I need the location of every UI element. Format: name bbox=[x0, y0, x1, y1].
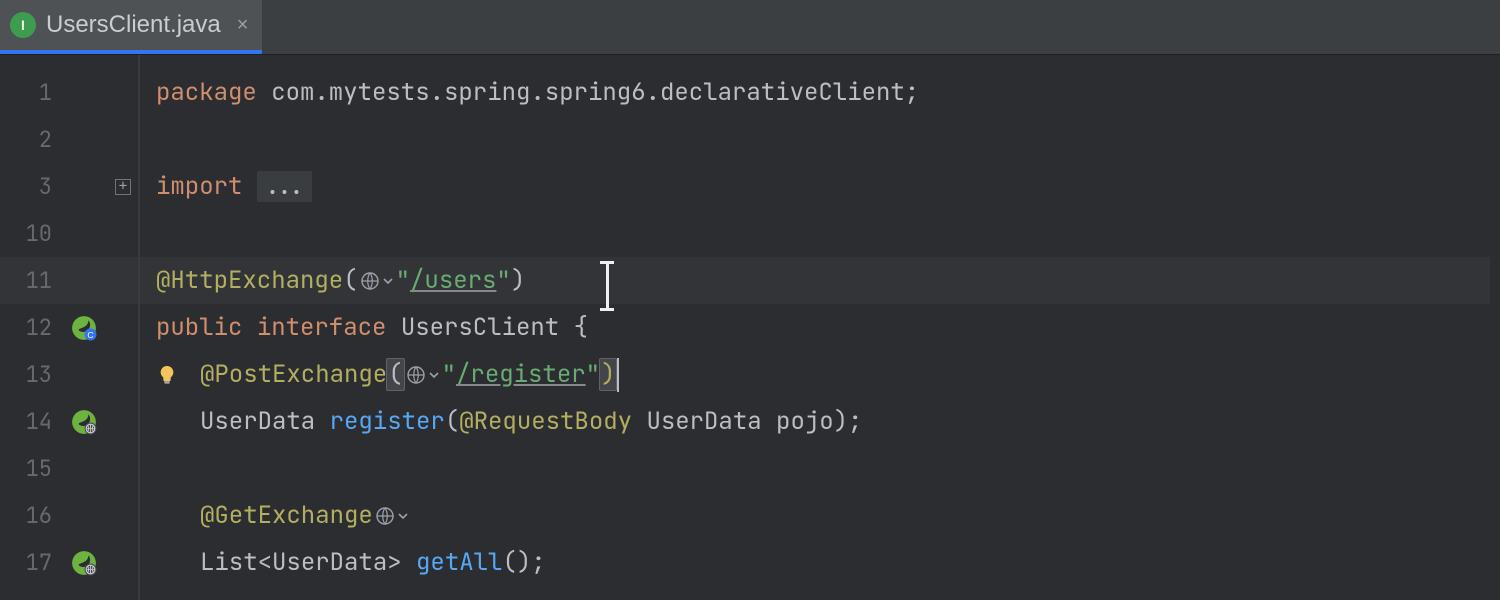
keyword: public bbox=[156, 312, 257, 343]
code-line[interactable]: package com.mytests.spring.spring6.decla… bbox=[140, 69, 1500, 116]
text-caret bbox=[617, 358, 619, 392]
marker-gutter: C bbox=[60, 55, 108, 600]
annotation: @RequestBody bbox=[459, 406, 632, 437]
paren-open: ( bbox=[386, 358, 404, 391]
interface-file-icon: I bbox=[10, 12, 36, 38]
code-area[interactable]: package com.mytests.spring.spring6.decla… bbox=[140, 55, 1500, 600]
string-quote: " bbox=[586, 359, 600, 390]
method-name: getAll bbox=[416, 547, 502, 578]
line-number: 16 bbox=[0, 492, 60, 539]
editor-tab-usersclient[interactable]: I UsersClient.java × bbox=[0, 0, 262, 54]
chevron-down-icon bbox=[382, 275, 394, 287]
url-path-string[interactable]: /register bbox=[456, 359, 586, 390]
paren: ( bbox=[343, 265, 357, 296]
type-name: UsersClient bbox=[401, 312, 574, 343]
string-quote: " bbox=[496, 265, 510, 296]
type-name: List bbox=[200, 547, 258, 578]
url-path-string[interactable]: /users bbox=[410, 265, 496, 296]
editor-tabbar: I UsersClient.java × bbox=[0, 0, 1500, 55]
tab-filename: UsersClient.java bbox=[46, 11, 221, 39]
spring-web-gutter-icon[interactable] bbox=[60, 398, 108, 445]
line-number: 15 bbox=[0, 445, 60, 492]
globe-icon bbox=[360, 271, 380, 291]
line-number: 14 bbox=[0, 398, 60, 445]
code-editor[interactable]: 1 2 3 10 11 12 13 14 15 16 17 C + bbox=[0, 55, 1500, 600]
chevron-down-icon bbox=[397, 510, 409, 522]
annotation: @HttpExchange bbox=[156, 265, 343, 296]
url-inlay-chip[interactable] bbox=[375, 506, 409, 526]
line-number: 11 bbox=[0, 257, 60, 304]
annotation: @PostExchange bbox=[200, 359, 387, 390]
close-tab-icon[interactable]: × bbox=[231, 14, 249, 37]
url-inlay-chip[interactable] bbox=[406, 365, 440, 385]
keyword: import bbox=[156, 171, 257, 202]
folded-region[interactable]: ... bbox=[257, 171, 312, 202]
line-number-gutter: 1 2 3 10 11 12 13 14 15 16 17 bbox=[0, 55, 60, 600]
code-line[interactable]: List<UserData> getAll(); bbox=[140, 539, 1500, 586]
line-number: 10 bbox=[0, 210, 60, 257]
fold-expand-icon[interactable]: + bbox=[115, 179, 131, 195]
line-number: 17 bbox=[0, 539, 60, 586]
code-line-current[interactable]: @PostExchange( "/register") bbox=[140, 351, 1500, 398]
string-quote: " bbox=[442, 359, 456, 390]
keyword: package bbox=[156, 77, 257, 108]
brace: { bbox=[574, 312, 588, 343]
svg-text:C: C bbox=[87, 329, 93, 339]
keyword: interface bbox=[257, 312, 401, 343]
paren-close: ) bbox=[599, 358, 617, 391]
type-name: UserData bbox=[646, 406, 776, 437]
url-inlay-chip[interactable] bbox=[360, 271, 394, 291]
code-line[interactable] bbox=[140, 445, 1500, 492]
method-name: register bbox=[330, 406, 445, 437]
line-number: 12 bbox=[0, 304, 60, 351]
spring-bean-gutter-icon[interactable]: C bbox=[60, 304, 108, 351]
fold-gutter: + bbox=[108, 55, 138, 600]
globe-icon bbox=[375, 506, 395, 526]
package-path: com.mytests.spring.spring6.declarativeCl… bbox=[257, 77, 919, 108]
code-line[interactable] bbox=[140, 210, 1500, 257]
line-number: 2 bbox=[0, 116, 60, 163]
param-name: pojo bbox=[776, 406, 834, 437]
line-number: 3 bbox=[0, 163, 60, 210]
line-number: 1 bbox=[0, 69, 60, 116]
code-line[interactable]: public interface UsersClient { bbox=[140, 304, 1500, 351]
code-line[interactable]: @HttpExchange( "/users") bbox=[140, 257, 1500, 304]
chevron-down-icon bbox=[428, 369, 440, 381]
paren: ) bbox=[511, 265, 525, 296]
globe-icon bbox=[406, 365, 426, 385]
code-line[interactable]: @GetExchange bbox=[140, 492, 1500, 539]
code-line[interactable]: UserData register(@RequestBody UserData … bbox=[140, 398, 1500, 445]
code-line[interactable] bbox=[140, 116, 1500, 163]
spring-web-gutter-icon[interactable] bbox=[60, 539, 108, 586]
type-name: UserData bbox=[272, 547, 387, 578]
lightbulb-icon[interactable] bbox=[156, 364, 178, 386]
type-name: UserData bbox=[200, 406, 330, 437]
string-quote: " bbox=[396, 265, 410, 296]
code-line[interactable]: import ... bbox=[140, 163, 1500, 210]
line-number: 13 bbox=[0, 351, 60, 398]
annotation: @GetExchange bbox=[200, 500, 373, 531]
